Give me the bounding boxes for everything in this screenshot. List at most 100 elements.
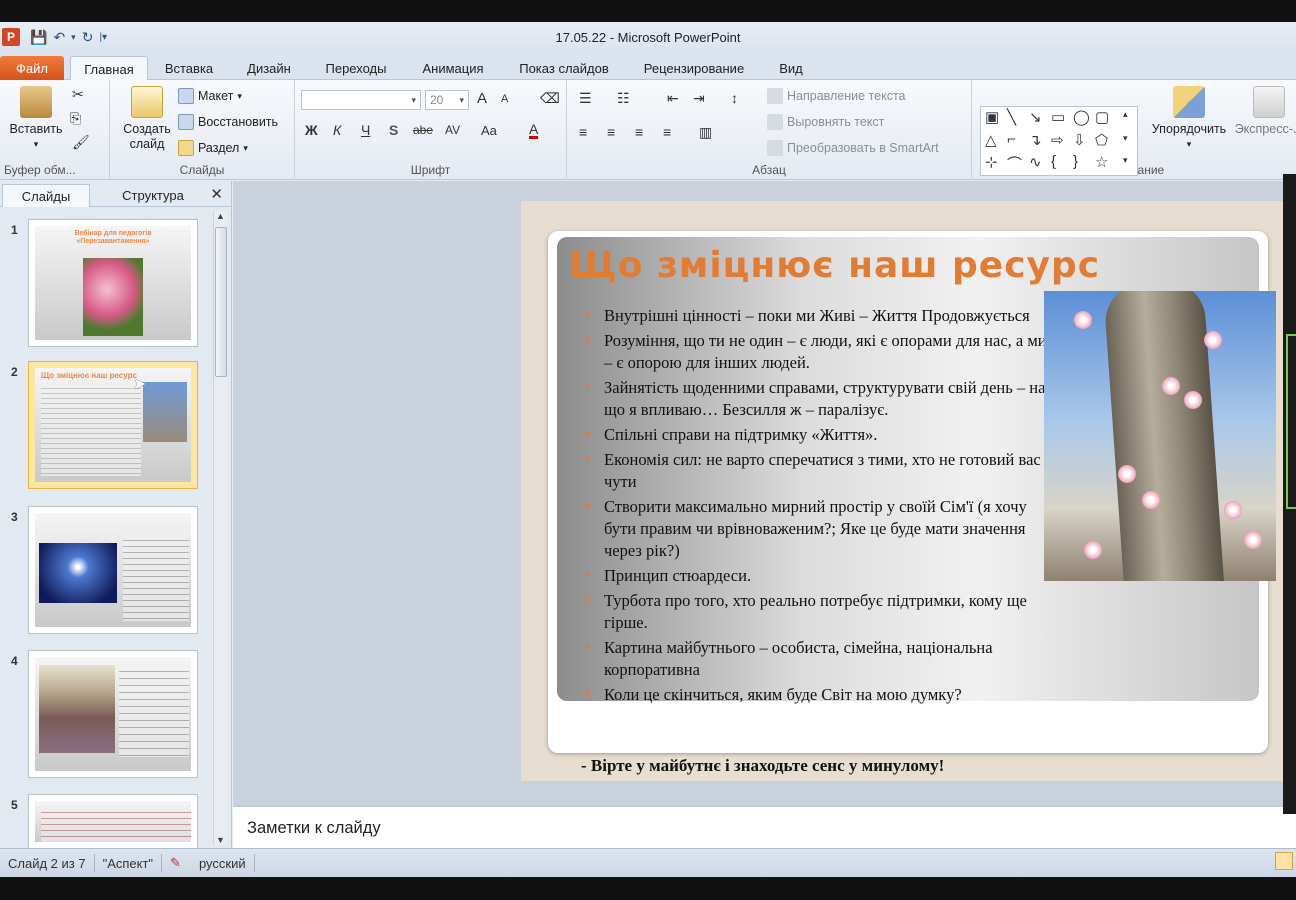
bullets-icon[interactable]: ☰ (579, 90, 592, 107)
slide-footer-text[interactable]: - Вірте у майбутнє і знаходьте сенс у ми… (581, 756, 944, 776)
scroll-down-icon[interactable]: ▼ (216, 835, 225, 845)
slide-photo-blossom-tree[interactable] (1044, 291, 1276, 581)
increase-indent-icon[interactable]: ⇥ (693, 90, 705, 107)
triangle-shape-icon[interactable]: △ (985, 131, 997, 149)
columns-icon[interactable]: ▥ (699, 124, 712, 141)
elbow-arrow-icon[interactable]: ↴ (1029, 131, 1042, 149)
oval-shape-icon[interactable]: ◯ (1073, 108, 1090, 126)
spellcheck-icon[interactable]: ✎ (170, 855, 181, 871)
paste-button[interactable]: Вставить ▾ (4, 86, 68, 152)
right-arrow-shape-icon[interactable]: ⇨ (1051, 131, 1064, 149)
font-name-combo[interactable]: ▾ (301, 90, 421, 110)
rectangle-shape-icon[interactable]: ▭ (1051, 108, 1065, 126)
tab-insert[interactable]: Вставка (155, 56, 223, 80)
underline-button[interactable]: Ч (361, 122, 370, 138)
star-burst-shape-icon[interactable]: ⊹ (985, 153, 998, 171)
slide-thumbnail[interactable] (28, 506, 198, 634)
font-color-button[interactable]: A (529, 122, 539, 139)
tab-view[interactable]: Вид (770, 56, 812, 80)
arrange-button[interactable]: Упорядочить ▾ (1142, 86, 1236, 152)
strikethrough-button[interactable]: abe (413, 123, 433, 137)
layout-button[interactable]: Макет ▾ (178, 86, 242, 106)
redo-icon[interactable]: ↻ (82, 29, 94, 46)
font-size-combo[interactable]: 20 ▾ (425, 90, 469, 110)
decrease-indent-icon[interactable]: ⇤ (667, 90, 679, 107)
reset-button[interactable]: Восстановить (178, 112, 278, 132)
gallery-more-icon[interactable]: ▾ (1123, 155, 1128, 166)
tab-home[interactable]: Главная (70, 56, 148, 81)
shadow-button[interactable]: S (389, 122, 398, 138)
arc-shape-icon[interactable]: ⌒ (1007, 153, 1022, 174)
tab-slides[interactable]: Слайды (2, 184, 90, 207)
character-spacing-button[interactable]: AV (445, 123, 460, 137)
scroll-up-icon[interactable]: ▲ (216, 211, 225, 221)
normal-view-button[interactable] (1275, 852, 1293, 870)
tab-animation[interactable]: Анимация (410, 56, 496, 80)
copy-icon[interactable]: ⎘ (70, 110, 81, 127)
numbering-icon[interactable]: ☷ (617, 90, 630, 107)
customize-qat-icon[interactable]: |▾ (99, 32, 107, 43)
bold-button[interactable]: Ж (305, 122, 318, 138)
section-button[interactable]: Раздел ▾ (178, 138, 248, 158)
tab-slideshow[interactable]: Показ слайдов (508, 56, 620, 80)
italic-button[interactable]: К (333, 122, 341, 138)
tab-outline[interactable]: Структура (94, 184, 212, 207)
align-center-icon[interactable]: ≡ (607, 124, 615, 140)
slide-canvas[interactable]: Що зміцнює наш ресурс Внутрішні цінності… (521, 201, 1291, 781)
notes-pane[interactable]: Заметки к слайду (233, 806, 1296, 848)
language-indicator[interactable]: русский (199, 856, 246, 871)
justify-icon[interactable]: ≡ (663, 124, 671, 140)
font-group: ▾ 20 ▾ A A ⌫ Ж К Ч S abe AV Aa A Шрифт (295, 80, 567, 180)
pentagon-shape-icon[interactable]: ⬠ (1095, 131, 1108, 149)
shapes-gallery[interactable]: ▣ ╲ ↘ ▭ ◯ ▢ △ ⌐ ↴ ⇨ ⇩ ⬠ ⊹ ⌒ ∿ { } ☆ ▴ ▾ … (980, 106, 1138, 176)
slide-title[interactable]: Що зміцнює наш ресурс (569, 245, 1100, 286)
shrink-font-button[interactable]: A (501, 93, 508, 105)
tab-review[interactable]: Рецензирование (632, 56, 756, 80)
tab-transitions[interactable]: Переходы (315, 56, 397, 80)
line-spacing-icon[interactable]: ↕ (731, 90, 738, 106)
undo-icon[interactable]: ↶ (53, 29, 65, 46)
align-right-icon[interactable]: ≡ (635, 124, 643, 140)
quick-styles-button[interactable]: Экспресс-... (1234, 86, 1296, 137)
star-shape-icon[interactable]: ☆ (1095, 153, 1108, 171)
line-shape-icon[interactable]: ╲ (1007, 108, 1016, 126)
grow-font-button[interactable]: A (477, 90, 487, 107)
textbox-shape-icon[interactable]: ▣ (985, 108, 999, 126)
left-brace-shape-icon[interactable]: { (1051, 153, 1056, 170)
clear-format-icon[interactable]: ⌫ (540, 90, 560, 107)
undo-dropdown-icon[interactable]: ▾ (71, 32, 76, 43)
elbow-connector-icon[interactable]: ⌐ (1007, 131, 1016, 148)
slide-thumbnail[interactable]: Вебінар для педагогів «Перезавантаження» (28, 219, 198, 347)
change-case-button[interactable]: Aa (481, 123, 497, 138)
new-slide-button[interactable]: Создать слайд (114, 86, 180, 152)
tab-file[interactable]: Файл (0, 56, 64, 80)
curve-shape-icon[interactable]: ∿ (1029, 153, 1042, 171)
gallery-down-icon[interactable]: ▾ (1123, 133, 1128, 144)
gallery-up-icon[interactable]: ▴ (1123, 109, 1128, 120)
powerpoint-icon[interactable]: P (2, 28, 20, 46)
slide-counter: Слайд 2 из 7 (8, 855, 86, 871)
convert-smartart-button[interactable]: Преобразовать в SmartArt (767, 138, 939, 158)
tab-design[interactable]: Дизайн (235, 56, 303, 80)
theme-name: "Аспект" (102, 855, 154, 871)
mouse-cursor-icon: ➤ (133, 376, 147, 393)
down-arrow-shape-icon[interactable]: ⇩ (1073, 131, 1086, 149)
format-painter-icon[interactable]: 🖌 (72, 134, 90, 151)
cut-icon[interactable]: ✂ (72, 86, 84, 103)
slide-editor: Що зміцнює наш ресурс Внутрішні цінності… (233, 181, 1296, 806)
close-icon[interactable]: ✕ (210, 185, 223, 203)
arrow-line-shape-icon[interactable]: ↘ (1029, 108, 1042, 126)
right-brace-shape-icon[interactable]: } (1073, 153, 1078, 170)
rounded-rect-shape-icon[interactable]: ▢ (1095, 108, 1109, 126)
thumbnail-scrollbar[interactable]: ▲ ▼ (213, 211, 227, 845)
slide-thumbnail[interactable] (28, 794, 198, 848)
slide-thumbnail[interactable] (28, 650, 198, 778)
slide-thumbnail-selected[interactable]: Що зміцнює наш ресурс ➤ (28, 361, 198, 489)
ribbon-tabs: Файл Главная Вставка Дизайн Переходы Ани… (0, 52, 1296, 81)
align-left-icon[interactable]: ≡ (579, 124, 587, 140)
scroll-thumb[interactable] (215, 227, 227, 377)
slide-bullet-list[interactable]: Внутрішні цінності – поки ми Живі – Житт… (583, 305, 1053, 709)
align-text-button[interactable]: Выровнять текст (767, 112, 884, 132)
save-icon[interactable]: 💾 (30, 29, 47, 46)
text-direction-button[interactable]: Направление текста (767, 86, 906, 106)
